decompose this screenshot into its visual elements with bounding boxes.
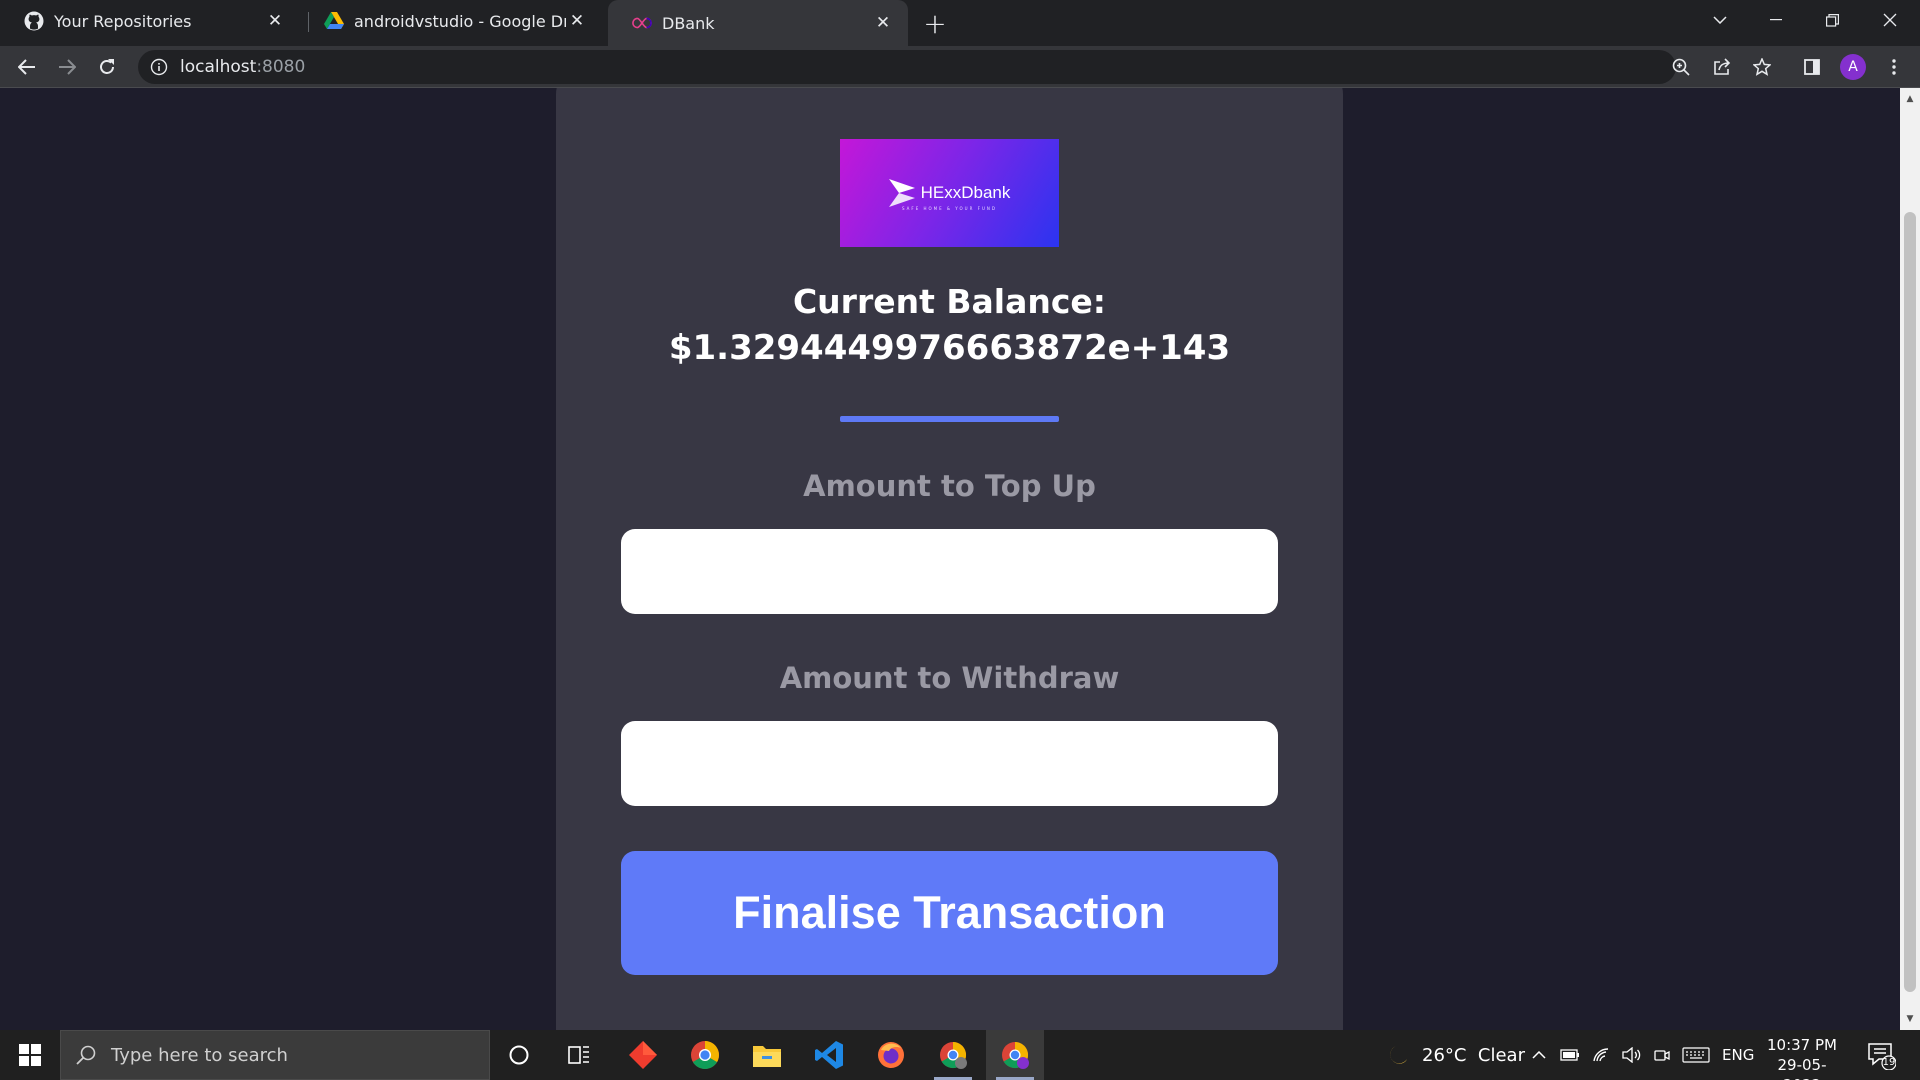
tab-title: androidvstudio - Google Drive [354,11,566,31]
logo-tagline: SAFE HOME & YOUR FUND [902,206,997,211]
tab-search-button[interactable] [1692,0,1748,40]
clock-time: 10:37 PM [1767,1036,1837,1054]
google-drive-icon [324,11,344,31]
chrome-profile-active-icon[interactable] [986,1030,1044,1080]
close-tab-icon[interactable]: ✕ [872,12,894,34]
arrow-right-icon [59,59,76,75]
menu-button[interactable] [1880,53,1908,81]
balance-label: Current Balance: [792,282,1107,321]
profile-avatar[interactable]: A [1840,54,1866,80]
wifi-icon[interactable] [1592,1030,1610,1080]
clock-date: 29-05-2022 [1777,1056,1827,1080]
start-button[interactable] [0,1030,60,1080]
hexxdbank-logo: HExxDbank SAFE HOME & YOUR FUND [840,139,1059,247]
side-panel-icon [1804,59,1820,75]
withdraw-label: Amount to Withdraw [779,661,1120,695]
scroll-down-icon[interactable]: ▼ [1900,1010,1920,1028]
moon-icon [1390,1046,1407,1064]
zoom-icon [1672,58,1690,76]
close-tab-icon[interactable]: ✕ [566,10,588,32]
tab-dbank[interactable]: DBank ✕ [608,0,908,46]
logo-wordmark: HExxDbank [920,183,1011,202]
more-vert-icon [1892,59,1896,75]
meet-now-icon[interactable] [1654,1030,1670,1080]
url-port: :8080 [256,57,306,77]
vscode-icon[interactable] [800,1030,858,1080]
reload-button[interactable] [91,51,123,83]
topup-input[interactable] [621,529,1278,614]
bookmark-button[interactable] [1748,53,1776,81]
share-icon [1714,58,1731,75]
share-button[interactable] [1708,53,1736,81]
logo-mark-icon [888,179,915,207]
weather-text: 26°C Clear [1422,1044,1525,1066]
system-clock[interactable]: 10:37 PM 29-05-2022 [1760,1035,1844,1080]
restore-button[interactable] [1804,0,1860,40]
show-hidden-icons-button[interactable] [1532,1030,1546,1080]
forward-button[interactable] [51,51,83,83]
balance-value: $1.3294449976663872e+143 [668,328,1231,368]
side-panel-button[interactable] [1798,53,1826,81]
tab-title: DBank [662,13,715,33]
language-indicator[interactable]: ENG [1722,1030,1754,1080]
close-tab-icon[interactable]: ✕ [264,10,286,32]
volume-icon[interactable] [1622,1030,1642,1080]
chrome-profile-icon[interactable] [924,1030,982,1080]
topup-label: Amount to Top Up [803,469,1096,503]
page-scrollbar[interactable]: ▲ ▼ [1900,88,1920,1030]
github-icon [24,11,44,31]
notification-count: 19 [1882,1057,1896,1068]
close-icon [1883,13,1897,27]
tab-your-repositories[interactable]: Your Repositories ✕ [0,0,300,42]
search-icon [76,1045,96,1065]
arrow-left-icon [18,59,35,75]
tab-strip: Your Repositories ✕ androidvstudio - Goo… [0,0,1920,46]
dfinity-icon [632,13,652,33]
url-host: localhost [180,57,257,77]
browser-toolbar: localhost:8080 A [0,46,1920,88]
address-bar[interactable]: localhost:8080 [138,50,1676,84]
reload-icon [100,59,114,74]
finalise-transaction-button[interactable]: Finalise Transaction [621,851,1278,975]
zoom-button[interactable] [1667,53,1695,81]
scrollbar-thumb[interactable] [1904,212,1916,992]
windows-taskbar: Type here to search 26°C Clear ENG 10:37… [0,1030,1920,1080]
new-tab-button[interactable]: + [919,7,951,40]
keyboard-icon[interactable] [1682,1030,1710,1080]
url-text: localhost:8080 [180,57,305,77]
git-icon[interactable] [614,1030,672,1080]
task-view-icon[interactable] [550,1030,608,1080]
info-icon[interactable] [150,58,168,76]
scroll-up-icon[interactable]: ▲ [1900,90,1920,108]
battery-icon[interactable] [1560,1030,1580,1080]
notification-center-button[interactable]: 19 [1866,1040,1897,1071]
weather-widget[interactable]: 26°C Clear [1386,1030,1525,1080]
back-button[interactable] [11,51,43,83]
windows-icon [19,1044,41,1066]
search-placeholder: Type here to search [111,1044,288,1066]
divider [840,416,1059,422]
chevron-down-icon [1713,16,1727,24]
file-explorer-icon[interactable] [738,1030,796,1080]
close-window-button[interactable] [1862,0,1918,40]
minimize-button[interactable] [1748,0,1804,40]
chrome-icon[interactable] [676,1030,734,1080]
star-icon [1753,58,1771,76]
chevron-up-icon [1532,1051,1546,1059]
taskbar-search[interactable]: Type here to search [60,1030,490,1080]
tab-title: Your Repositories [54,11,192,31]
withdraw-input[interactable] [621,721,1278,806]
cortana-icon[interactable] [490,1030,548,1080]
tab-google-drive[interactable]: androidvstudio - Google Drive ✕ [300,0,602,42]
minimize-icon [1770,19,1782,21]
firefox-icon[interactable] [862,1030,920,1080]
restore-icon [1825,13,1839,27]
